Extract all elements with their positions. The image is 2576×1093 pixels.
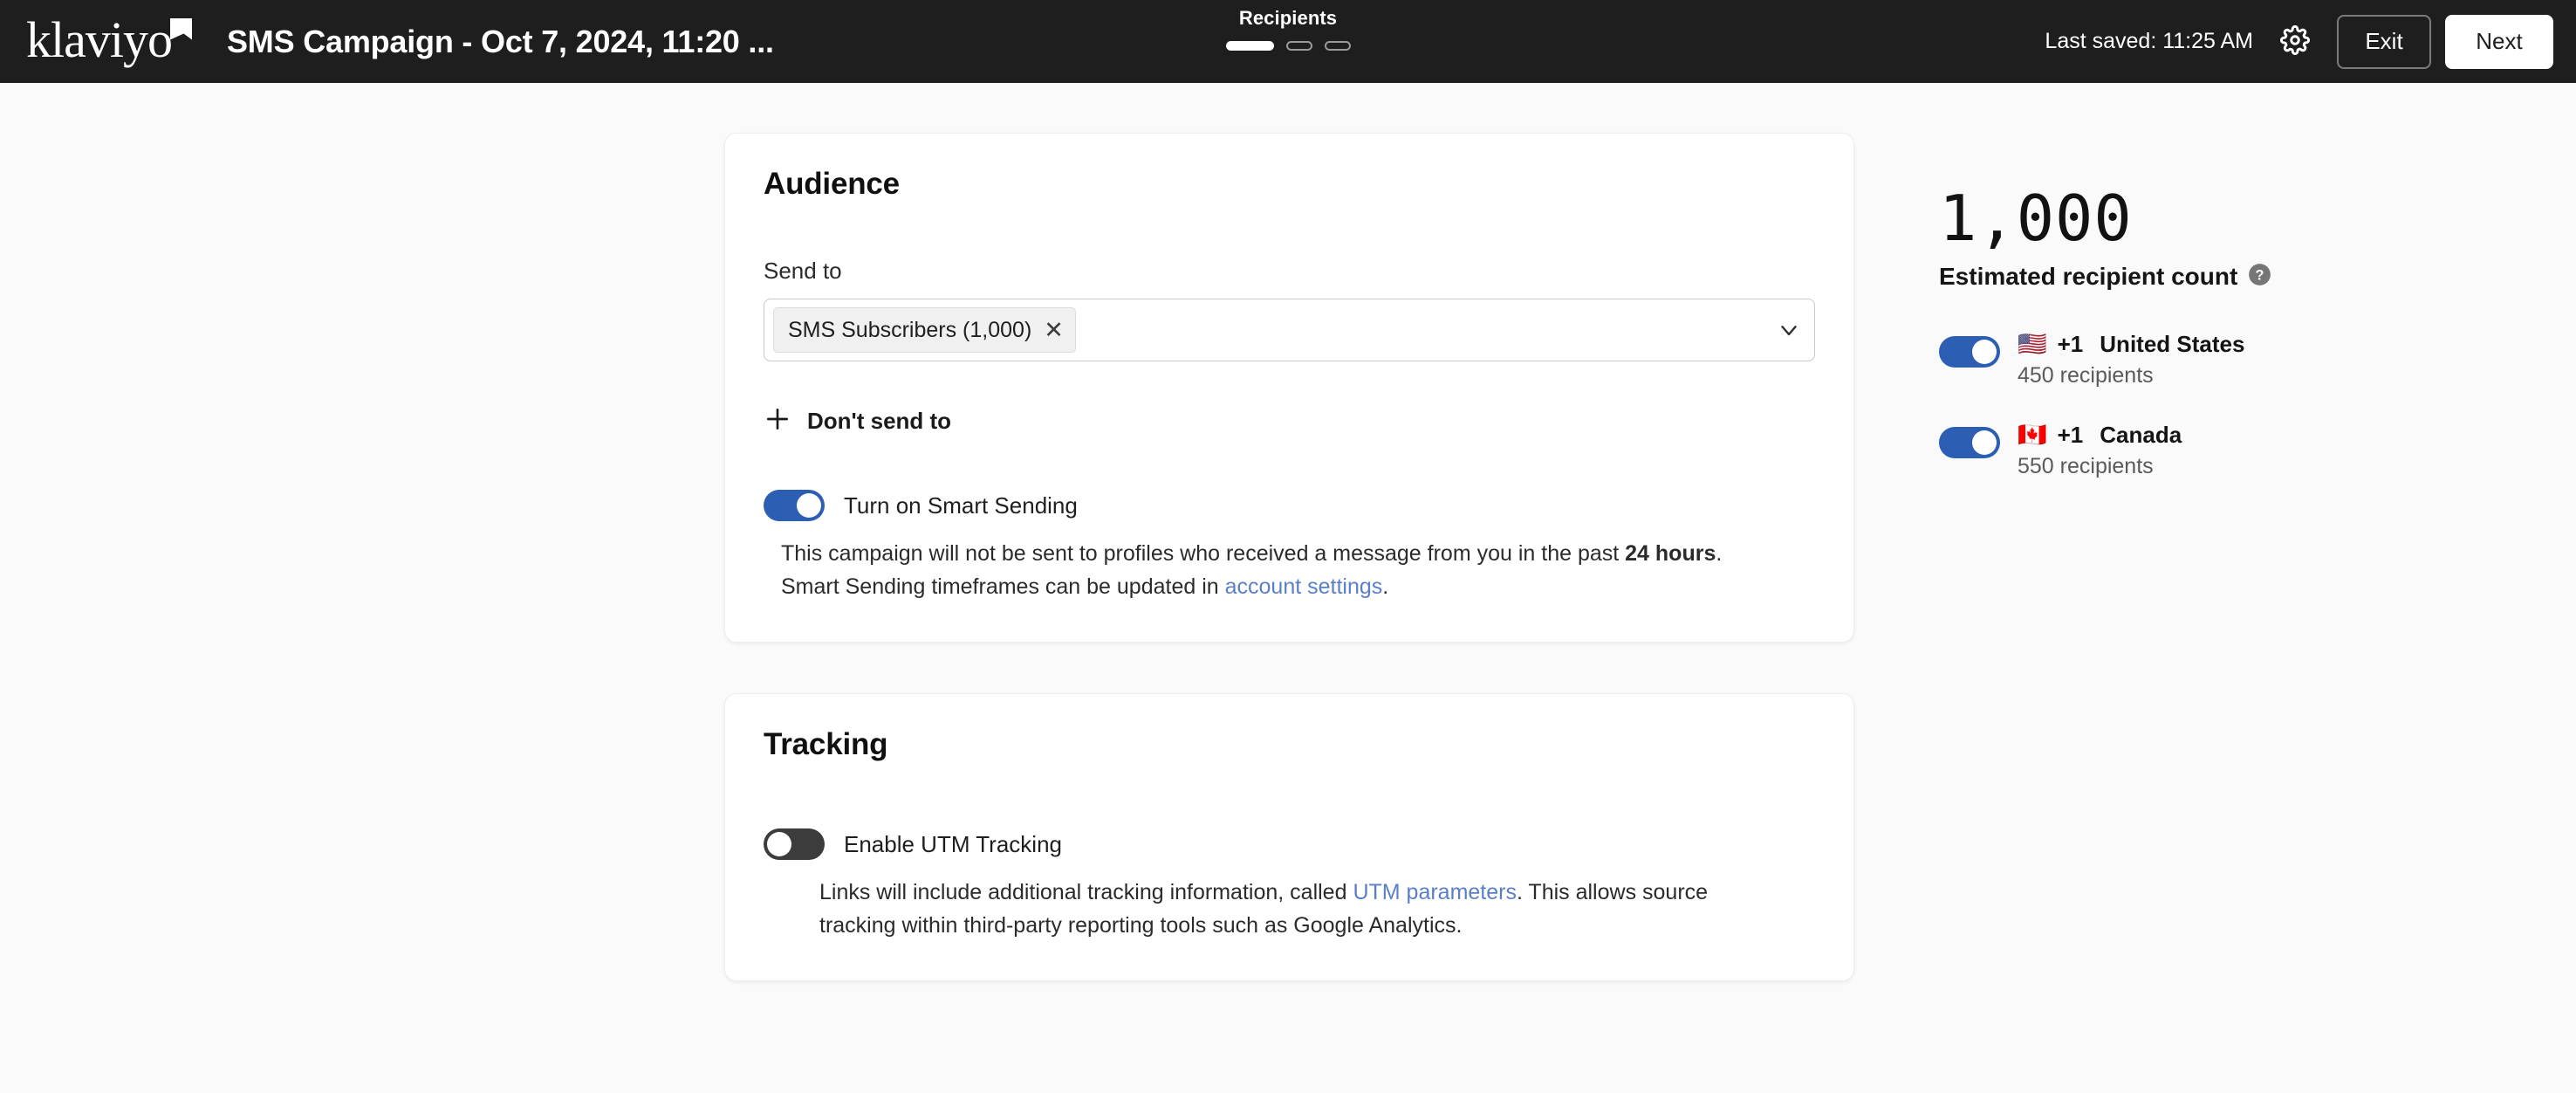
last-saved-status: Last saved: 11:25 AM bbox=[2045, 29, 2253, 54]
send-to-chip-label: SMS Subscribers (1,000) bbox=[788, 318, 1031, 343]
country-toggle-list: 🇺🇸 +1 United States 450 recipients 🇨🇦 +1… bbox=[1939, 331, 2428, 479]
close-icon[interactable]: ✕ bbox=[1044, 319, 1064, 342]
country-row: 🇨🇦 +1 Canada 550 recipients bbox=[1939, 422, 2428, 479]
country-toggle-united-states[interactable] bbox=[1939, 336, 2000, 368]
klaviyo-flag-icon bbox=[170, 18, 192, 40]
audience-card: Audience Send to SMS Subscribers (1,000)… bbox=[724, 133, 1854, 643]
utm-tracking-label: Enable UTM Tracking bbox=[844, 831, 1062, 858]
country-dial-code: +1 bbox=[2058, 422, 2084, 449]
next-button[interactable]: Next bbox=[2445, 15, 2553, 69]
flag-icon-ca: 🇨🇦 bbox=[2018, 423, 2047, 447]
toggle-knob bbox=[767, 832, 791, 856]
smart-sending-toggle[interactable] bbox=[764, 490, 825, 521]
country-row: 🇺🇸 +1 United States 450 recipients bbox=[1939, 331, 2428, 388]
smart-sending-label: Turn on Smart Sending bbox=[844, 492, 1078, 519]
country-recipient-count: 450 recipients bbox=[2018, 363, 2244, 388]
country-heading: 🇨🇦 +1 Canada bbox=[2018, 422, 2182, 449]
utm-toggle-row: Enable UTM Tracking bbox=[764, 828, 1815, 860]
country-heading: 🇺🇸 +1 United States bbox=[2018, 331, 2244, 358]
settings-button[interactable] bbox=[2272, 19, 2318, 65]
utm-tracking-toggle[interactable] bbox=[764, 828, 825, 860]
page-body: Audience Send to SMS Subscribers (1,000)… bbox=[0, 83, 2576, 1093]
main-column: Audience Send to SMS Subscribers (1,000)… bbox=[724, 133, 1854, 981]
country-info: 🇨🇦 +1 Canada 550 recipients bbox=[2018, 422, 2182, 479]
country-name: United States bbox=[2100, 331, 2244, 358]
tracking-card-title: Tracking bbox=[764, 727, 1815, 762]
dont-send-to-label: Don't send to bbox=[807, 408, 951, 435]
plus-icon bbox=[764, 405, 791, 437]
help-circle-icon[interactable]: ? bbox=[2248, 263, 2271, 291]
country-name: Canada bbox=[2100, 422, 2182, 449]
country-dial-code: +1 bbox=[2058, 331, 2084, 358]
smart-sending-desc-part3: . bbox=[1382, 574, 1388, 599]
send-to-label: Send to bbox=[764, 258, 1815, 285]
top-bar-actions: Last saved: 11:25 AM Exit Next bbox=[2045, 15, 2553, 69]
audience-card-title: Audience bbox=[764, 167, 1815, 202]
chevron-down-icon[interactable] bbox=[1776, 317, 1802, 343]
smart-sending-description: This campaign will not be sent to profil… bbox=[781, 537, 1780, 603]
country-recipient-count: 550 recipients bbox=[2018, 454, 2182, 479]
send-to-chip[interactable]: SMS Subscribers (1,000) ✕ bbox=[773, 307, 1076, 353]
smart-sending-toggle-row: Turn on Smart Sending bbox=[764, 490, 1815, 521]
country-info: 🇺🇸 +1 United States 450 recipients bbox=[2018, 331, 2244, 388]
klaviyo-logo-text: klaviyo bbox=[26, 15, 172, 65]
estimated-recipient-count-value: 1,000 bbox=[1939, 186, 2428, 251]
toggle-knob bbox=[1972, 430, 1997, 455]
estimated-recipient-count-label: Estimated recipient count bbox=[1939, 263, 2237, 291]
current-step-label: Recipients bbox=[1239, 7, 1337, 30]
svg-text:?: ? bbox=[2256, 267, 2264, 283]
klaviyo-logo[interactable]: klaviyo bbox=[26, 15, 192, 69]
utm-desc-part1: Links will include additional tracking i… bbox=[819, 880, 1353, 904]
utm-parameters-link[interactable]: UTM parameters bbox=[1353, 880, 1517, 904]
dont-send-to-button[interactable]: Don't send to bbox=[764, 405, 951, 437]
toggle-knob bbox=[1972, 340, 1997, 364]
account-settings-link[interactable]: account settings bbox=[1225, 574, 1383, 599]
tracking-card: Tracking Enable UTM Tracking Links will … bbox=[724, 693, 1854, 981]
step-dot-3[interactable] bbox=[1325, 41, 1351, 51]
send-to-multiselect[interactable]: SMS Subscribers (1,000) ✕ bbox=[764, 299, 1815, 361]
campaign-title: SMS Campaign - Oct 7, 2024, 11:20 ... bbox=[227, 24, 774, 60]
smart-sending-desc-bold: 24 hours bbox=[1625, 541, 1716, 566]
utm-tracking-description: Links will include additional tracking i… bbox=[819, 876, 1779, 942]
estimated-recipient-count-caption: Estimated recipient count ? bbox=[1939, 263, 2428, 291]
toggle-knob bbox=[797, 493, 821, 518]
country-toggle-canada[interactable] bbox=[1939, 427, 2000, 458]
gear-icon bbox=[2280, 25, 2310, 58]
app-top-bar: klaviyo SMS Campaign - Oct 7, 2024, 11:2… bbox=[0, 0, 2576, 83]
step-dots bbox=[1226, 41, 1351, 51]
exit-button[interactable]: Exit bbox=[2337, 15, 2431, 69]
flag-icon-us: 🇺🇸 bbox=[2018, 333, 2047, 356]
smart-sending-desc-part1: This campaign will not be sent to profil… bbox=[781, 541, 1625, 566]
step-dot-recipients[interactable] bbox=[1226, 41, 1274, 51]
recipients-summary-panel: 1,000 Estimated recipient count ? 🇺🇸 +1 bbox=[1939, 186, 2428, 479]
step-dot-2[interactable] bbox=[1286, 41, 1312, 51]
